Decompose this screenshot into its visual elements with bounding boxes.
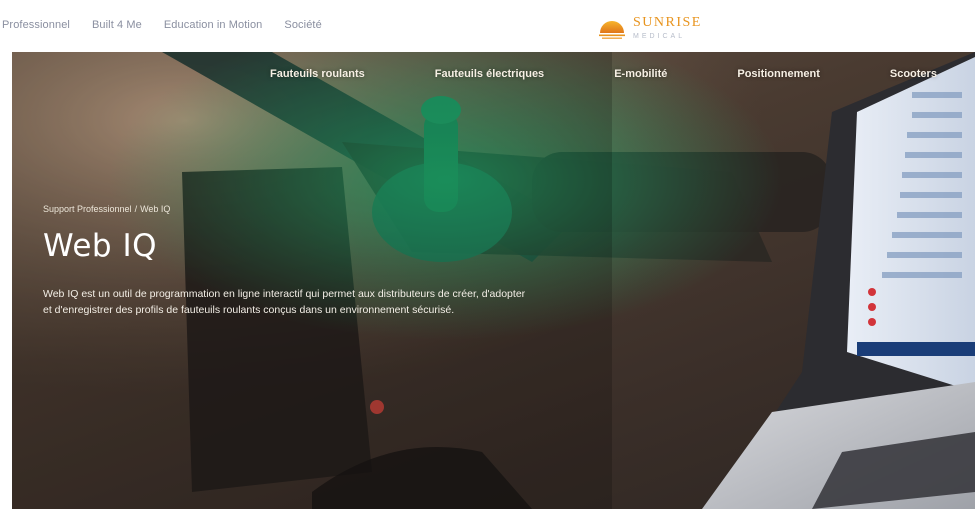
breadcrumb-current: Web IQ — [140, 204, 171, 214]
breadcrumb-parent[interactable]: Support Professionnel — [43, 204, 132, 214]
top-links: Professionnel Built 4 Me Education in Mo… — [0, 19, 322, 31]
logo-text: SUNRISE MEDICAL — [633, 15, 702, 41]
nav-fauteuils-electriques[interactable]: Fauteuils électriques — [435, 68, 544, 80]
hero-content: Support Professionnel / Web IQ Web IQ We… — [43, 204, 563, 329]
logo-sub-text: MEDICAL — [633, 33, 686, 40]
nav-e-mobilite[interactable]: E-mobilité — [614, 68, 667, 80]
top-utility-bar: Professionnel Built 4 Me Education in Mo… — [0, 0, 975, 52]
nav-scooters[interactable]: Scooters — [890, 68, 937, 80]
toplink-education-in-motion[interactable]: Education in Motion — [164, 19, 263, 31]
page: Professionnel Built 4 Me Education in Mo… — [0, 0, 975, 509]
main-navigation: Fauteuils roulants Fauteuils électriques… — [270, 68, 975, 80]
hero-description: Web IQ est un outil de programmation en … — [43, 288, 526, 316]
page-title: Web IQ — [43, 228, 157, 264]
nav-positionnement[interactable]: Positionnement — [737, 68, 820, 80]
sunrise-medical-logo[interactable]: SUNRISE MEDICAL — [597, 13, 702, 43]
breadcrumb-separator: / — [134, 204, 138, 214]
hero-left-edge — [0, 52, 12, 509]
toplink-societe[interactable]: Société — [284, 19, 321, 31]
toplink-built-4-me[interactable]: Built 4 Me — [92, 19, 142, 31]
hero-section: Fauteuils roulants Fauteuils électriques… — [0, 52, 975, 509]
logo-main-text: SUNRISE — [633, 15, 702, 30]
sunrise-logo-icon — [599, 21, 625, 39]
nav-fauteuils-roulants[interactable]: Fauteuils roulants — [270, 68, 365, 80]
breadcrumb: Support Professionnel / Web IQ — [43, 204, 563, 214]
toplink-professionnel[interactable]: Professionnel — [2, 19, 70, 31]
